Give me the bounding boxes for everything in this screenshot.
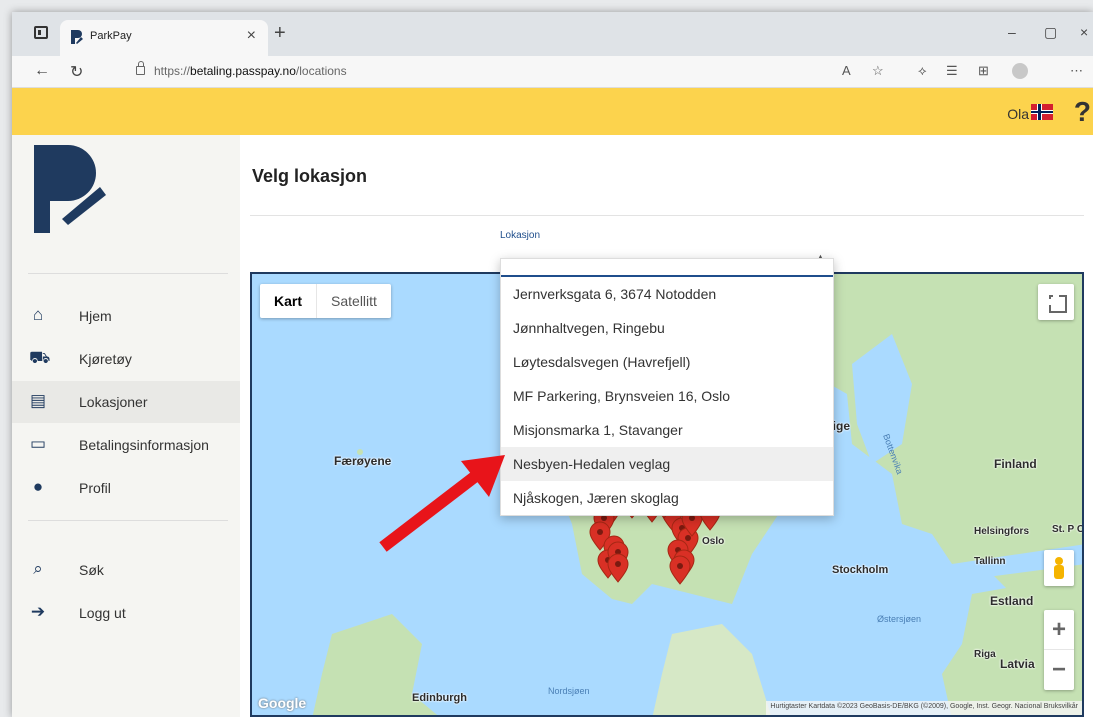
favorite-add-icon[interactable]: ☆ [872,63,884,79]
location-dropdown: Jernverksgata 6, 3674 Notodden Jønnhaltve… [500,258,834,516]
sidebar-item-sok[interactable]: ⌕ Søk [12,549,240,591]
close-window-button[interactable]: × [1080,24,1088,40]
map-type-kart-button[interactable]: Kart [260,284,318,318]
sidebar-item-logg-ut[interactable]: ➔ Logg ut [12,592,240,634]
sidebar-item-hjem[interactable]: ⌂ Hjem [12,295,240,337]
url-field[interactable]: https://betaling.passpay.no/locations [154,64,347,78]
extensions-icon[interactable]: ⟡ [918,63,927,79]
map-label-stockholm: Stockholm [832,564,889,576]
dropdown-option[interactable]: Njåskogen, Jæren skoglag [501,481,833,515]
minimize-button[interactable]: – [1008,24,1016,40]
fullscreen-icon[interactable] [1038,284,1074,320]
map-label-finland: Finland [994,457,1037,471]
map-label-nordsjoen: Nordsjøen [548,686,590,696]
credit-card-icon: ▭ [29,434,47,453]
sidebar-divider [28,273,228,274]
user-icon: ● [32,477,44,496]
map-label-stpete: St. P Санкт [1052,524,1084,535]
parkpay-logo[interactable] [34,145,114,245]
zoom-out-button[interactable]: − [1044,650,1074,690]
zoom-control: + − [1044,610,1074,690]
back-arrow-icon[interactable]: ← [34,62,50,80]
sidebar-item-label: Kjøretøy [79,351,132,367]
map-type-satellite-button[interactable]: Satellitt [317,284,391,318]
sidebar: ⌂ Hjem ⛟ Kjøretøy ▤ Lokasjoner ▭ Betalin… [12,135,240,717]
browser-window: ParkPay × + – ▢ × ← ↻ https://betaling.p… [12,12,1093,717]
parkpay-favicon-icon [71,30,83,44]
red-arrow-annotation [379,455,505,552]
map-label-ostersjoen: Østersjøen [877,614,922,624]
dropdown-option[interactable]: Jernverksgata 6, 3674 Notodden [501,277,833,311]
map-label-latvia: Latvia [1000,657,1035,671]
favorites-icon[interactable]: ☰ [946,63,958,79]
map-marker-icon[interactable] [669,555,691,585]
tab-actions-icon[interactable] [34,26,48,39]
dropdown-option[interactable]: Løytesdalsvegen (Havrefjell) [501,345,833,379]
collections-icon[interactable]: ⊞ [978,63,989,79]
sidebar-item-label: Lokasjoner [79,394,148,410]
dropdown-scroll-edge [501,259,833,277]
google-logo[interactable]: Google [258,695,306,711]
map-attribution[interactable]: Hurtigtaster Kartdata ©2023 GeoBasis-DE/… [766,701,1082,715]
maximize-button[interactable]: ▢ [1044,24,1057,41]
sidebar-item-lokasjoner[interactable]: ▤ Lokasjoner [12,381,240,423]
home-icon: ⌂ [32,305,44,324]
help-icon[interactable]: ? [1074,96,1091,128]
map-marker-icon[interactable] [607,553,629,583]
page-title: Velg lokasjon [252,166,368,186]
sidebar-item-label: Hjem [79,308,112,324]
street-view-pegman-icon[interactable] [1044,550,1074,586]
norway-flag-icon[interactable] [1031,104,1053,120]
refresh-icon[interactable]: ↻ [70,62,83,82]
map-label-edinburgh: Edinburgh [412,692,467,704]
map-label-oslo: Oslo [702,536,725,547]
map-label-riga: Riga [974,649,996,660]
new-tab-button[interactable]: + [274,23,286,43]
map-label-tallinn: Tallinn [974,556,1006,567]
tab-title: ParkPay [90,30,132,42]
location-select-label: Lokasjon [500,230,541,241]
dropdown-option[interactable]: MF Parkering, Brynsveien 16, Oslo [501,379,833,413]
dropdown-option[interactable]: Nesbyen-Hedalen veglag [501,447,833,481]
sidebar-item-label: Betalingsinformasjon [79,437,209,453]
lock-icon[interactable] [136,61,145,75]
top-bar: Ola ? [12,88,1093,135]
list-icon: ▤ [29,391,47,410]
sidebar-item-betalingsinformasjon[interactable]: ▭ Betalingsinformasjon [12,424,240,466]
search-icon: ⌕ [33,559,43,578]
sidebar-item-label: Søk [79,562,104,578]
map-label-estland: Estland [990,594,1034,608]
address-bar: ← ↻ https://betaling.passpay.no/location… [12,56,1093,88]
sidebar-divider [28,520,228,521]
page: Ola ? ⌂ Hjem ⛟ Kjøretøy ▤ Lokasjoner ▭ B… [12,88,1093,717]
content-divider [250,215,1084,216]
sidebar-item-label: Profil [79,480,111,496]
car-icon: ⛟ [29,348,51,367]
more-menu-icon[interactable]: ⋯ [1070,63,1083,79]
user-name[interactable]: Ola [1007,106,1029,122]
map-type-control: Kart Satellitt [260,284,391,318]
read-aloud-icon[interactable]: A [842,63,851,78]
sidebar-item-label: Logg ut [79,605,126,621]
zoom-in-button[interactable]: + [1044,610,1074,650]
tab-bar: ParkPay × + – ▢ × [12,12,1093,56]
dropdown-option[interactable]: Misjonsmarka 1, Stavanger [501,413,833,447]
sidebar-item-kjoretoy[interactable]: ⛟ Kjøretøy [12,338,240,380]
dropdown-option[interactable]: Jønnhaltvegen, Ringebu [501,311,833,345]
logout-icon: ➔ [30,602,46,621]
map-label-helsinki: Helsingfors [974,526,1030,537]
tab-close-icon[interactable]: × [247,27,256,45]
browser-tab[interactable]: ParkPay × [60,20,268,56]
sidebar-item-profil[interactable]: ● Profil [12,467,240,509]
profile-avatar-icon[interactable] [1012,63,1028,79]
